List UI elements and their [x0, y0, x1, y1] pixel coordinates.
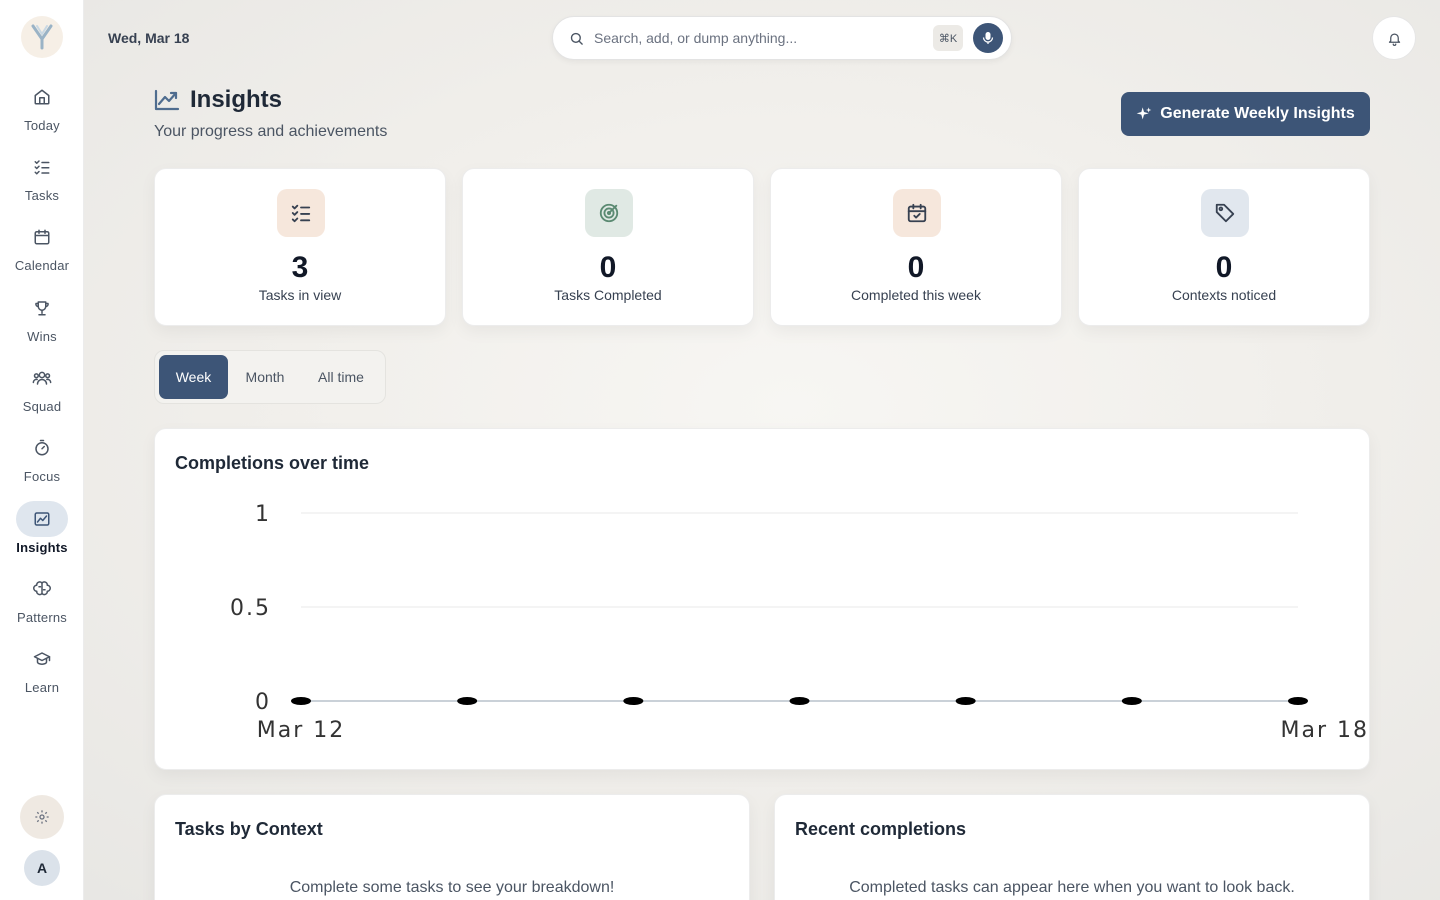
- data-point: [1288, 697, 1308, 705]
- stat-value: 0: [907, 251, 925, 284]
- gear-icon: [35, 810, 49, 824]
- sidebar-item-label: Focus: [23, 469, 61, 484]
- sidebar-item-label: Insights: [16, 540, 68, 555]
- app-logo[interactable]: [21, 16, 63, 58]
- sidebar-item-squad[interactable]: Squad: [0, 361, 84, 423]
- sidebar-item-label: Patterns: [16, 610, 67, 625]
- tab-week[interactable]: Week: [159, 355, 228, 399]
- bell-icon: [1388, 33, 1400, 46]
- settings-button[interactable]: [20, 795, 64, 839]
- shortcut-badge: ⌘K: [933, 25, 963, 51]
- microphone-icon: [982, 32, 994, 44]
- search-bar[interactable]: ⌘K: [552, 16, 1012, 60]
- stat-card-tasks-completed: 0 Tasks Completed: [462, 168, 754, 326]
- generate-button-label: Generate Weekly Insights: [1160, 105, 1355, 122]
- tag-icon: [1201, 189, 1249, 237]
- list-check-icon: [277, 189, 325, 237]
- trophy-icon: [16, 290, 68, 326]
- calendar-icon: [16, 219, 68, 255]
- stat-label: Contexts noticed: [1171, 287, 1277, 303]
- avatar[interactable]: A: [24, 850, 60, 886]
- stat-card-completed-this-week: 0 Completed this week: [770, 168, 1062, 326]
- chart-image-icon: [16, 501, 68, 537]
- stat-card-contexts-noticed: 0 Contexts noticed: [1078, 168, 1370, 326]
- stat-label: Tasks Completed: [554, 287, 662, 303]
- sparkle-icon: [1136, 107, 1152, 120]
- data-point: [291, 697, 311, 705]
- page-title: Insights: [190, 86, 283, 113]
- graduation-cap-icon: [16, 641, 68, 677]
- brain-icon: [16, 571, 68, 607]
- data-point: [789, 697, 810, 705]
- sidebar-item-tasks[interactable]: Tasks: [0, 150, 84, 212]
- sidebar-item-wins[interactable]: Wins: [0, 291, 84, 353]
- generate-weekly-insights-button[interactable]: Generate Weekly Insights: [1121, 92, 1370, 136]
- sidebar-item-learn[interactable]: Learn: [0, 642, 84, 704]
- list-check-icon: [16, 149, 68, 185]
- sidebar: Today Tasks Calendar Wins Squad Focus In…: [0, 0, 84, 900]
- stat-label: Tasks in view: [258, 287, 342, 303]
- data-point: [623, 697, 644, 705]
- sidebar-item-label: Wins: [27, 329, 57, 344]
- recent-completions-card: Recent completions Completed tasks can a…: [774, 794, 1370, 900]
- empty-state-message: Completed tasks can appear here when you…: [849, 879, 1295, 896]
- users-icon: [16, 360, 68, 396]
- y-tick-label: 0.5: [230, 596, 271, 621]
- sidebar-item-today[interactable]: Today: [0, 80, 84, 142]
- sidebar-item-label: Calendar: [14, 258, 70, 273]
- stopwatch-icon: [16, 430, 68, 466]
- stat-label: Completed this week: [851, 287, 981, 303]
- stat-value: 3: [291, 251, 309, 284]
- search-icon: [570, 32, 583, 45]
- y-tick-label: 0: [255, 690, 271, 715]
- stat-value: 0: [599, 251, 617, 284]
- empty-state-message: Complete some tasks to see your breakdow…: [289, 879, 615, 896]
- home-icon: [16, 79, 68, 115]
- current-date: Wed, Mar 18: [108, 30, 190, 46]
- stat-value: 0: [1215, 251, 1233, 284]
- tab-month[interactable]: Month: [230, 355, 300, 399]
- sidebar-item-insights[interactable]: Insights: [0, 501, 84, 564]
- target-icon: [585, 189, 633, 237]
- completions-line-chart: 0 0.5 1 Mar 12 Mar 18: [230, 502, 1370, 743]
- voice-input-button[interactable]: [973, 23, 1003, 53]
- data-point: [955, 697, 976, 705]
- tab-all-time[interactable]: All time: [302, 355, 380, 399]
- y-tick-label: 1: [255, 502, 271, 527]
- calendar-check-icon: [893, 189, 941, 237]
- time-range-selector: Week Month All time: [154, 350, 386, 404]
- card-title: Tasks by Context: [175, 819, 323, 839]
- x-tick-label: Mar 18: [1281, 718, 1370, 743]
- stat-card-tasks-in-view: 3 Tasks in view: [154, 168, 446, 326]
- card-title: Recent completions: [795, 819, 967, 839]
- trending-chart-icon: [154, 89, 180, 111]
- completions-chart-card: Completions over time 0 0.5 1 Mar 12 Mar 18: [154, 428, 1370, 770]
- data-point: [457, 697, 478, 705]
- sidebar-item-label: Squad: [22, 399, 62, 414]
- sidebar-item-calendar[interactable]: Calendar: [0, 220, 84, 282]
- page-header: Insights: [154, 86, 282, 114]
- x-tick-label: Mar 12: [257, 718, 346, 743]
- sidebar-item-label: Tasks: [24, 188, 60, 203]
- sidebar-item-focus[interactable]: Focus: [0, 431, 84, 493]
- tasks-by-context-card: Tasks by Context Complete some tasks to …: [154, 794, 750, 900]
- logo-y-icon: [31, 24, 53, 50]
- notifications-button[interactable]: [1372, 16, 1416, 60]
- data-point: [1121, 697, 1142, 705]
- search-input[interactable]: [594, 30, 914, 46]
- sidebar-item-label: Learn: [24, 680, 60, 695]
- page-subtitle: Your progress and achievements: [154, 123, 388, 140]
- sidebar-item-label: Today: [24, 118, 60, 133]
- sidebar-item-patterns[interactable]: Patterns: [0, 572, 84, 634]
